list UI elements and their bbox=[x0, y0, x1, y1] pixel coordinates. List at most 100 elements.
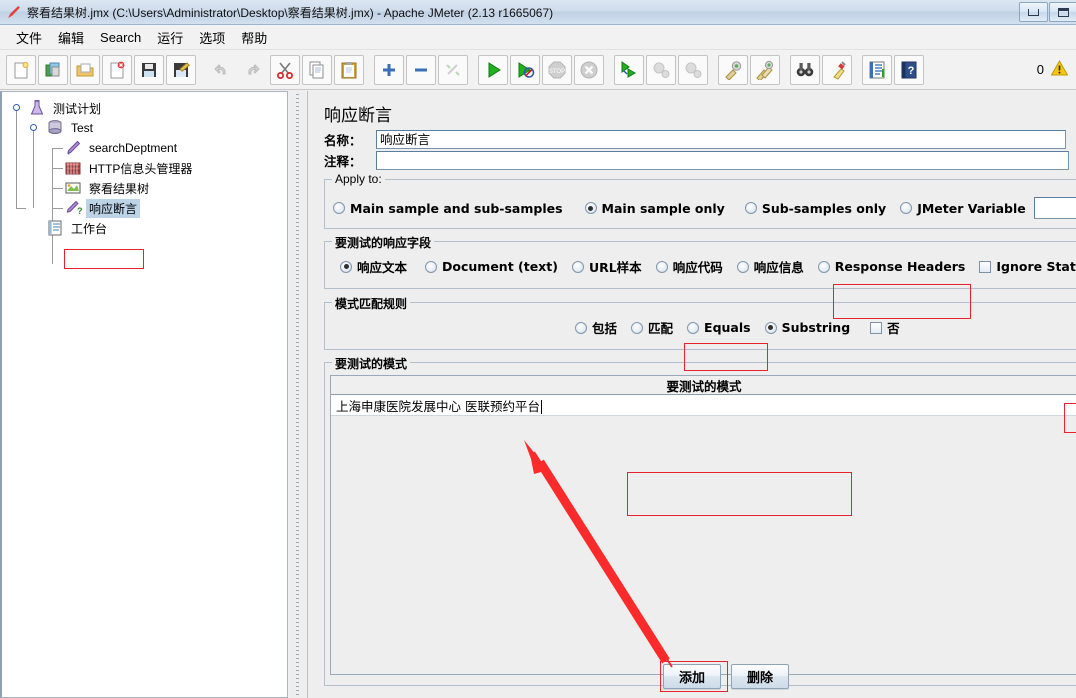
radio-response-code[interactable]: 响应代码 bbox=[655, 257, 723, 276]
save-as-icon[interactable] bbox=[166, 54, 196, 85]
radio-matches[interactable]: 匹配 bbox=[631, 318, 673, 337]
tree-node-workbench[interactable]: 工作台 bbox=[2, 218, 287, 238]
comment-row: 注释： bbox=[324, 151, 1069, 170]
radio-label: 响应代码 bbox=[672, 260, 723, 275]
collapse-minus-icon[interactable] bbox=[406, 54, 436, 85]
minimize-button[interactable] bbox=[1019, 2, 1048, 22]
expand-handle-icon[interactable] bbox=[12, 103, 21, 112]
menu-bar: 文件 编辑 Search 运行 选项 帮助 bbox=[0, 25, 1076, 50]
cut-scissors-icon[interactable] bbox=[270, 54, 300, 85]
radio-response-headers[interactable]: Response Headers bbox=[817, 259, 965, 274]
header-manager-icon bbox=[64, 159, 82, 177]
add-button[interactable]: 添加 bbox=[663, 664, 721, 689]
radio-dot-icon bbox=[817, 260, 830, 273]
radio-main-sample-only[interactable]: Main sample only bbox=[584, 201, 725, 216]
window-title: 察看结果树.jmx (C:\Users\Administrator\Deskto… bbox=[27, 5, 554, 20]
start-play-icon[interactable] bbox=[478, 54, 508, 85]
patterns-table-empty-body[interactable] bbox=[331, 416, 1076, 674]
radio-equals[interactable]: Equals bbox=[687, 320, 751, 335]
menu-options[interactable]: 选项 bbox=[191, 26, 233, 49]
view-results-tree-icon bbox=[64, 179, 82, 197]
save-icon[interactable] bbox=[134, 54, 164, 85]
toolbar-group-remote bbox=[614, 54, 710, 85]
pattern-rules-options: 包括 匹配 Equals Substring 否 bbox=[575, 318, 914, 337]
warning-triangle-icon[interactable] bbox=[1050, 59, 1069, 79]
radio-substring[interactable]: Substring bbox=[764, 320, 850, 335]
toolbar-group-file bbox=[6, 54, 198, 85]
expand-handle-icon[interactable] bbox=[29, 123, 38, 132]
clear-all-icon[interactable] bbox=[750, 54, 780, 85]
radio-label: JMeter Variable bbox=[917, 200, 1026, 216]
remote-shutdown-all-icon bbox=[678, 54, 708, 85]
start-no-timers-icon[interactable] bbox=[510, 54, 540, 85]
radio-sub-samples-only[interactable]: Sub-samples only bbox=[744, 201, 886, 216]
shutdown-icon bbox=[574, 54, 604, 85]
comment-input[interactable] bbox=[375, 151, 1069, 170]
radio-dot-icon bbox=[425, 260, 438, 273]
radio-label: Equals bbox=[704, 320, 751, 335]
tree-node-label: 工作台 bbox=[71, 221, 108, 236]
checkbox-label: Ignore Status bbox=[996, 259, 1076, 274]
pattern-cell-value: 上海申康医院发展中心 医联预约平台 bbox=[336, 398, 540, 414]
radio-main-sample-and-sub-samples[interactable]: Main sample and sub-samples bbox=[333, 201, 563, 216]
menu-help[interactable]: 帮助 bbox=[233, 26, 275, 49]
remote-stop-all-icon bbox=[646, 54, 676, 85]
test-plan-tree-panel[interactable]: 测试计划 Test searchDeptment HTTP信息头管理器 察看结果… bbox=[0, 91, 288, 698]
new-document-icon[interactable] bbox=[6, 54, 36, 85]
maximize-button[interactable] bbox=[1049, 2, 1076, 22]
menu-file[interactable]: 文件 bbox=[8, 26, 50, 49]
radio-dot-icon bbox=[631, 321, 644, 334]
radio-url-sample[interactable]: URL样本 bbox=[571, 257, 642, 276]
radio-label: Main sample and sub-samples bbox=[350, 200, 563, 216]
tree-node-thread-group[interactable]: Test bbox=[2, 118, 287, 138]
table-row[interactable]: 上海申康医院发展中心 医联预约平台 bbox=[331, 395, 1076, 416]
checkbox-label: 否 bbox=[887, 321, 900, 336]
help-book-icon[interactable]: ? bbox=[894, 54, 924, 85]
copy-icon[interactable] bbox=[302, 54, 332, 85]
tree-node-header-manager[interactable]: HTTP信息头管理器 bbox=[2, 158, 287, 178]
panel-splitter[interactable] bbox=[289, 91, 306, 698]
templates-icon[interactable] bbox=[38, 54, 68, 85]
checkbox-ignore-status[interactable]: Ignore Status bbox=[979, 259, 1076, 274]
radio-label: 包括 bbox=[592, 321, 618, 336]
search-binoculars-icon[interactable] bbox=[790, 54, 820, 85]
close-document-icon[interactable] bbox=[102, 54, 132, 85]
expand-plus-icon[interactable] bbox=[374, 54, 404, 85]
menu-edit[interactable]: 编辑 bbox=[50, 26, 92, 49]
open-folder-icon[interactable] bbox=[70, 54, 100, 85]
clear-icon[interactable] bbox=[718, 54, 748, 85]
column-header-pattern: 要测试的模式 bbox=[666, 378, 742, 394]
tree-node-test-plan[interactable]: 测试计划 bbox=[2, 98, 287, 118]
paste-clipboard-icon[interactable] bbox=[334, 54, 364, 85]
reset-search-icon[interactable] bbox=[822, 54, 852, 85]
name-input[interactable]: 响应断言 bbox=[376, 130, 1066, 149]
radio-response-text[interactable]: 响应文本 bbox=[340, 257, 407, 276]
tree-node-label: Test bbox=[71, 121, 94, 135]
radio-document-text[interactable]: Document (text) bbox=[425, 259, 558, 274]
remote-start-all-icon[interactable] bbox=[614, 54, 644, 85]
checkbox-not[interactable]: 否 bbox=[870, 318, 900, 337]
tree-node-label: HTTP信息头管理器 bbox=[89, 161, 193, 176]
menu-search[interactable]: Search bbox=[92, 28, 149, 47]
radio-contains[interactable]: 包括 bbox=[575, 318, 617, 337]
toolbar-group-edit bbox=[206, 54, 366, 85]
function-helper-icon[interactable] bbox=[862, 54, 892, 85]
checkbox-box-icon bbox=[870, 321, 883, 334]
name-label: 名称： bbox=[324, 133, 362, 148]
undo-icon bbox=[206, 55, 236, 85]
radio-response-message[interactable]: 响应信息 bbox=[736, 257, 804, 276]
tree-node-http-sampler[interactable]: searchDeptment bbox=[2, 138, 287, 158]
radio-jmeter-variable[interactable]: JMeter Variable bbox=[900, 201, 1026, 216]
toolbar-group-search bbox=[790, 54, 854, 85]
tree-node-response-assertion[interactable]: ? 响应断言 bbox=[2, 198, 287, 218]
menu-run[interactable]: 运行 bbox=[149, 26, 191, 49]
patterns-table[interactable]: 要测试的模式 上海申康医院发展中心 医联预约平台 bbox=[330, 375, 1076, 675]
jmeter-variable-input[interactable] bbox=[1033, 197, 1076, 219]
tree-node-view-results-tree[interactable]: 察看结果树 bbox=[2, 178, 287, 198]
radio-label: 响应信息 bbox=[753, 260, 804, 275]
pattern-cell-input[interactable]: 上海申康医院发展中心 医联预约平台 bbox=[331, 396, 542, 415]
tree-node-label: 响应断言 bbox=[86, 198, 141, 218]
tree-node-label: 测试计划 bbox=[53, 101, 102, 116]
response-field-options: 响应文本 Document (text) URL样本 响应代码 响应信息 Res… bbox=[340, 257, 1076, 276]
delete-button[interactable]: 删除 bbox=[731, 664, 789, 689]
